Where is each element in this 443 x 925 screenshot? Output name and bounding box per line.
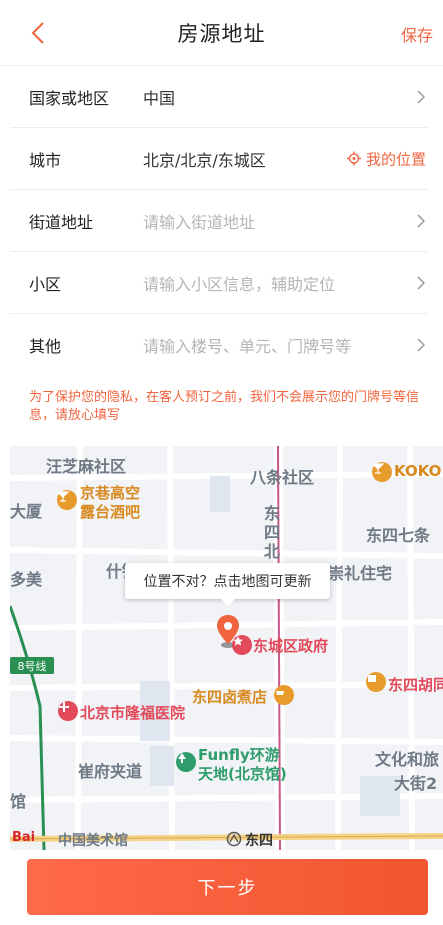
community-row[interactable]: 小区 请输入小区信息，辅助定位 — [10, 252, 428, 314]
save-button[interactable]: 保存 — [401, 22, 433, 46]
street-label: 街道地址 — [29, 212, 94, 232]
map-label-dongsi-qitiao: 东四七条 — [366, 526, 431, 545]
map-label-dongsi-v3: 北 — [264, 542, 281, 561]
country-row[interactable]: 国家或地区 中国 — [10, 66, 428, 128]
subway-line-badge: 8号线 — [10, 657, 54, 674]
government-pin-icon[interactable] — [232, 635, 252, 655]
chevron-right-icon — [414, 211, 428, 231]
park-pin-icon[interactable] — [176, 752, 196, 772]
my-location-label: 我的位置 — [365, 150, 426, 168]
map-label-dajie: 大街2 — [394, 774, 438, 793]
header: 房源地址 保存 — [0, 0, 443, 66]
map-view[interactable]: 汪芝麻社区 八条社区 大厦 东四七条 崇礼住宅 多美 什锦花园 崔府夹道 文化和… — [10, 446, 443, 850]
metro-icon — [226, 831, 242, 847]
community-input[interactable]: 请输入小区信息，辅助定位 — [143, 271, 335, 295]
back-button[interactable] — [26, 19, 50, 47]
restaurant-pin-icon[interactable] — [274, 685, 294, 705]
city-label: 城市 — [29, 150, 62, 170]
country-value: 中国 — [143, 88, 176, 108]
city-value: 北京/北京/东城区 — [143, 150, 266, 170]
map-label-wangzhima: 汪芝麻社区 — [46, 457, 127, 476]
chevron-right-icon — [414, 87, 428, 107]
chevron-right-icon — [414, 273, 428, 293]
poi-funfly2[interactable]: 天地(北京馆) — [198, 763, 287, 784]
map-label-guan: 馆 — [10, 792, 27, 811]
other-label: 其他 — [29, 337, 62, 356]
map-label-wenhua: 文化和旅 — [375, 750, 440, 769]
poi-lutai[interactable]: 露台酒吧 — [80, 501, 140, 522]
poi-meishu[interactable]: 中国美术馆 — [58, 830, 128, 850]
poi-koko[interactable]: KOKO — [394, 462, 441, 480]
poi-lufu[interactable]: 东四卤煮店 — [192, 686, 267, 707]
map-label-dasha: 大厦 — [10, 502, 43, 521]
map-tooltip[interactable]: 位置不对？点击地图可更新 — [125, 563, 330, 606]
poi-dongsi-hutong[interactable]: 东四胡同 — [388, 674, 443, 695]
street-input[interactable]: 请输入街道地址 — [143, 209, 255, 233]
street-row[interactable]: 街道地址 请输入街道地址 — [10, 190, 428, 252]
hospital-pin-icon[interactable] — [58, 701, 78, 721]
map-label-cuifu: 崔府夹道 — [78, 762, 143, 781]
bar-pin-icon[interactable] — [372, 462, 392, 482]
map-roads — [10, 446, 443, 850]
poi-jingxiang[interactable]: 京巷高空 — [80, 482, 140, 503]
community-label: 小区 — [29, 274, 62, 294]
restaurant-pin-icon[interactable] — [366, 672, 386, 692]
country-label: 国家或地区 — [29, 88, 110, 108]
page-title: 房源地址 — [177, 21, 266, 46]
bar-pin-icon[interactable] — [57, 490, 77, 510]
city-row[interactable]: 城市 北京/北京/东城区 我的位置 — [10, 128, 428, 190]
map-label-batiao: 八条社区 — [250, 468, 315, 487]
poi-funfly1[interactable]: Funfly环游 — [198, 744, 280, 765]
other-row[interactable]: 其他 请输入楼号、单元、门牌号等 — [10, 314, 428, 376]
poi-hospital[interactable]: 北京市隆福医院 — [80, 702, 185, 723]
poi-gov[interactable]: 东城区政府 — [253, 635, 328, 656]
poi-dongsi-station[interactable]: 东四 — [245, 830, 273, 850]
chevron-left-icon — [31, 22, 44, 44]
privacy-notice: 为了保护您的隐私，在客人预订之前，我们不会展示您的门牌号等信息，请放心填写 — [29, 390, 420, 423]
map-label-chongli: 崇礼住宅 — [328, 564, 393, 583]
page: 房源地址 保存 国家或地区 中国 城市 北京/北京/东城区 我的位置 街道地址 … — [0, 0, 443, 925]
chevron-right-icon — [414, 335, 428, 355]
locate-icon — [346, 151, 361, 166]
next-step-button[interactable]: 下一步 — [27, 859, 428, 915]
baidu-logo: Bai — [12, 830, 36, 845]
map-label-duomei: 多美 — [10, 570, 43, 589]
other-input[interactable]: 请输入楼号、单元、门牌号等 — [143, 333, 351, 357]
my-location-button[interactable]: 我的位置 — [346, 148, 426, 169]
